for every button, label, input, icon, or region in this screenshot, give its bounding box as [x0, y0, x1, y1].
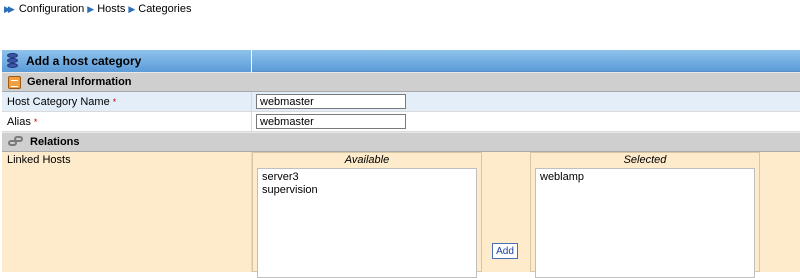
section-relations: Relations [2, 132, 800, 152]
arrow-right-icon: ▶ [128, 3, 136, 14]
database-icon [6, 53, 20, 69]
link-icon [8, 136, 24, 148]
selected-listbox[interactable]: weblamp [535, 168, 755, 278]
host-category-form: Add a host category General Information … [2, 50, 800, 278]
alias-label: Alias [7, 115, 31, 128]
double-arrow-icon: ▶▶ [4, 3, 15, 14]
host-category-name-label-cell: Host Category Name * [2, 92, 252, 112]
host-category-name-row: Host Category Name * [2, 92, 800, 112]
required-marker: * [33, 116, 38, 127]
alias-value-cell [252, 112, 800, 132]
transfer-controls: Add [482, 152, 530, 272]
available-host-item[interactable]: supervision [262, 184, 472, 197]
host-category-name-value-cell [252, 92, 800, 112]
selected-host-item[interactable]: weblamp [540, 171, 750, 184]
section-title-general: General Information [27, 76, 132, 88]
linked-hosts-selector: Available server3 supervision Add Select… [252, 152, 800, 278]
add-button[interactable]: Add [492, 243, 518, 259]
host-category-name-input[interactable] [256, 94, 406, 109]
alias-label-cell: Alias * [2, 112, 252, 132]
form-header: Add a host category [2, 50, 800, 72]
linked-hosts-label-cell: Linked Hosts [2, 152, 252, 272]
form-header-title-cell: Add a host category [2, 50, 252, 72]
section-general-information: General Information [2, 72, 800, 92]
available-header: Available [344, 154, 390, 166]
section-title-relations: Relations [30, 136, 80, 148]
selected-pane: Selected weblamp [530, 152, 760, 278]
breadcrumb-configuration[interactable]: Configuration [19, 3, 84, 15]
note-icon [8, 75, 21, 89]
alias-input[interactable] [256, 114, 406, 129]
arrow-right-icon: ▶ [87, 3, 95, 14]
available-host-item[interactable]: server3 [262, 171, 472, 184]
selected-header: Selected [623, 154, 667, 166]
form-header-filler [252, 50, 800, 71]
available-pane: Available server3 supervision [252, 152, 482, 278]
required-marker: * [112, 96, 117, 107]
breadcrumb: ▶▶ Configuration ▶ Hosts ▶ Categories [4, 2, 191, 16]
form-title: Add a host category [26, 54, 142, 68]
linked-hosts-row: Linked Hosts Available server3 supervisi… [2, 152, 800, 278]
available-listbox[interactable]: server3 supervision [257, 168, 477, 278]
host-category-name-label: Host Category Name [7, 95, 110, 108]
breadcrumb-hosts[interactable]: Hosts [97, 3, 125, 15]
alias-row: Alias * [2, 112, 800, 132]
breadcrumb-categories[interactable]: Categories [138, 3, 191, 15]
linked-hosts-label: Linked Hosts [7, 154, 71, 166]
